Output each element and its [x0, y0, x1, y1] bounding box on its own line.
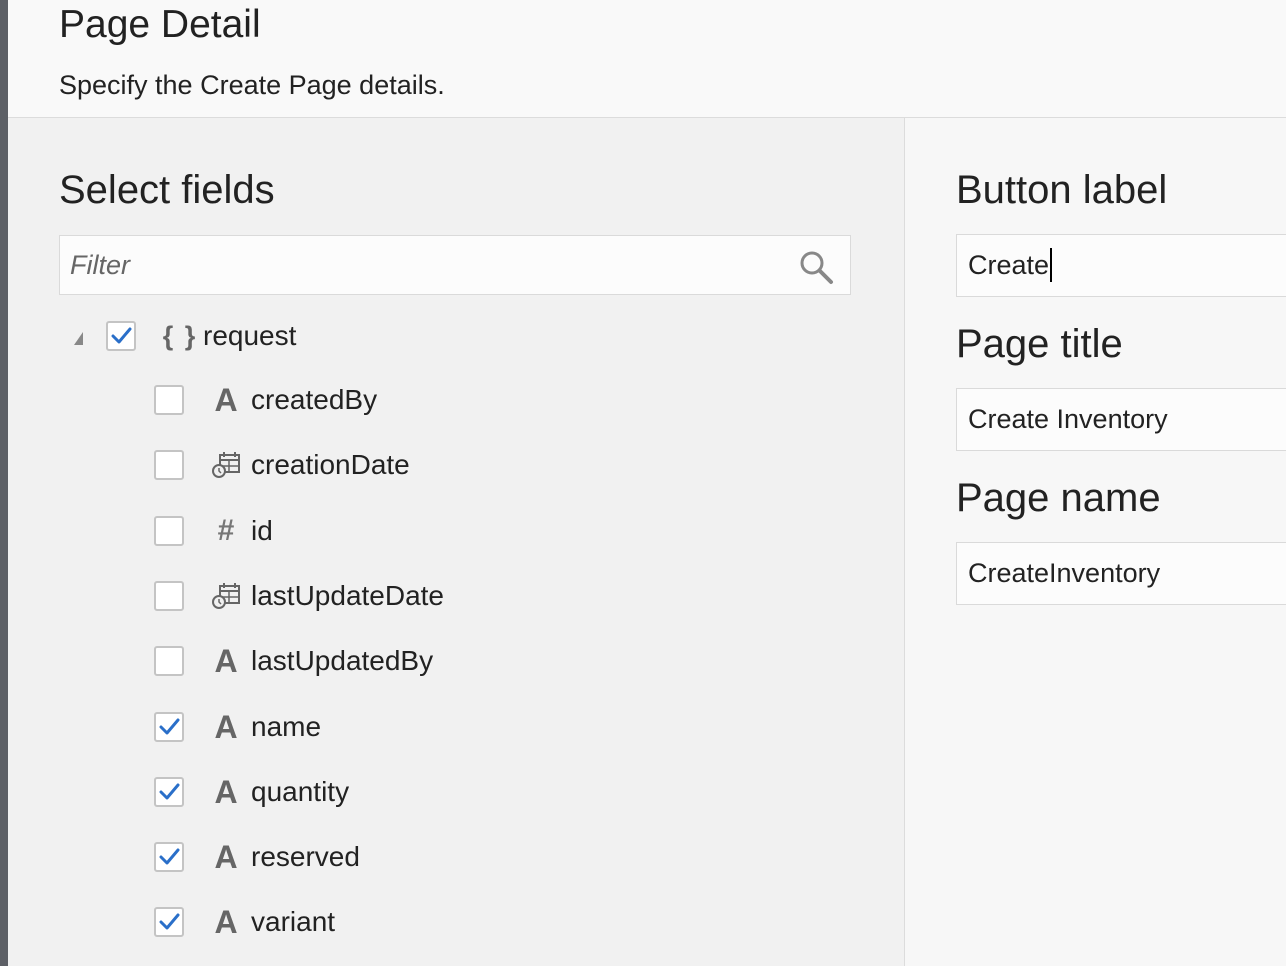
page-name-heading: Page name	[956, 476, 1161, 520]
page-header: Page Detail Specify the Create Page deta…	[8, 0, 1286, 118]
field-label: lastUpdateDate	[251, 579, 445, 611]
field-row[interactable]: AlastUpdatedBy	[8, 643, 888, 683]
settings-panel: Button label Create Page title Create In…	[905, 118, 1286, 966]
datetime-type-icon	[211, 450, 241, 486]
field-label: quantity	[251, 775, 350, 807]
text-type-icon: A	[214, 904, 238, 941]
field-row[interactable]: lastUpdateDate	[8, 578, 888, 618]
checkmark-icon	[111, 327, 132, 344]
page-title-heading: Page title	[956, 322, 1123, 366]
page-title: Page Detail	[59, 3, 261, 46]
checkmark-icon	[159, 718, 180, 734]
field-row[interactable]: # id	[8, 513, 888, 553]
text-type-icon: A	[214, 643, 238, 680]
filter-box	[59, 235, 851, 295]
button-label-heading: Button label	[956, 168, 1168, 212]
field-label: variant	[251, 906, 336, 938]
tree-node-label: request	[203, 320, 297, 351]
field-checkbox[interactable]	[154, 646, 184, 677]
field-label: lastUpdatedBy	[251, 645, 434, 677]
window-left-edge	[0, 0, 8, 966]
field-label: creationDate	[251, 449, 410, 481]
field-row[interactable]: Aname	[8, 709, 888, 749]
tree-root-row[interactable]: { } request	[8, 318, 888, 358]
button-label-field[interactable]: Create	[956, 234, 1286, 297]
field-row[interactable]: AcreatedBy	[8, 382, 888, 422]
text-type-icon: A	[214, 382, 238, 418]
checkmark-icon	[159, 783, 180, 800]
text-caret	[1050, 247, 1053, 282]
field-row[interactable]: Aquantity	[8, 774, 888, 814]
checkmark-icon	[159, 848, 180, 865]
text-type-icon: A	[214, 839, 238, 876]
field-label: reserved	[251, 841, 360, 873]
select-fields-heading: Select fields	[59, 168, 275, 212]
filter-input[interactable]	[60, 236, 780, 294]
field-row[interactable]: Avariant	[8, 904, 888, 944]
field-label: createdBy	[251, 384, 378, 415]
field-checkbox[interactable]	[154, 450, 184, 481]
search-icon[interactable]	[798, 249, 834, 285]
expand-triangle-icon[interactable]	[74, 332, 83, 345]
field-checkbox[interactable]	[154, 711, 184, 742]
field-checkbox[interactable]	[154, 907, 184, 938]
field-label: name	[251, 710, 322, 742]
datetime-type-icon	[211, 581, 241, 617]
field-checkbox[interactable]	[154, 385, 184, 415]
field-row[interactable]: creationDate	[8, 447, 888, 487]
text-type-icon: A	[214, 773, 238, 810]
field-checkbox[interactable]	[154, 515, 184, 546]
button-label-value: Create	[968, 250, 1050, 280]
object-braces-icon: { }	[162, 321, 198, 351]
field-checkbox[interactable]	[154, 580, 184, 611]
checkmark-icon	[159, 913, 180, 930]
field-row[interactable]: Areserved	[8, 839, 888, 879]
page-name-value: CreateInventory	[968, 558, 1161, 588]
field-checkbox[interactable]	[154, 842, 184, 873]
page-title-field[interactable]: Create Inventory	[956, 388, 1286, 451]
field-label: id	[251, 514, 273, 546]
field-checkbox[interactable]	[106, 321, 136, 351]
fields-panel: Select fields { }request AcreatedBy creati…	[8, 118, 905, 966]
page-title-value: Create Inventory	[968, 404, 1168, 434]
field-checkbox[interactable]	[154, 776, 184, 807]
number-type-icon: #	[217, 513, 235, 547]
text-type-icon: A	[214, 708, 238, 745]
page-name-field[interactable]: CreateInventory	[956, 542, 1286, 605]
page-subtitle: Specify the Create Page details.	[59, 70, 445, 100]
